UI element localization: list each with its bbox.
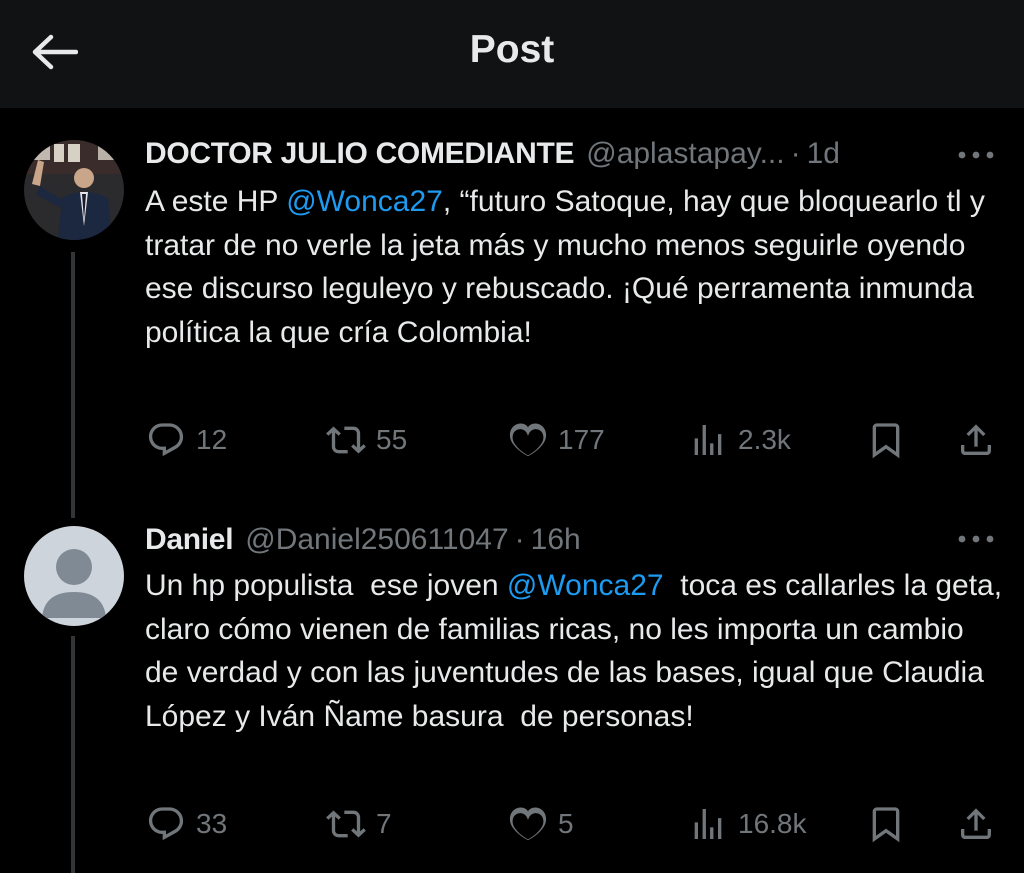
more-dots-icon [958, 151, 994, 159]
post[interactable]: DOCTOR JULIO COMEDIANTE @aplastapay... ·… [0, 108, 1024, 518]
like-count: 5 [558, 808, 574, 839]
author-name[interactable]: DOCTOR JULIO COMEDIANTE [145, 137, 575, 171]
views-chart-icon [694, 809, 722, 839]
post-text-part: Un hp populista ese joven [145, 569, 507, 602]
post-text: Un hp populista ese joven @Wonca27 toca … [145, 564, 1005, 738]
repost-count: 55 [376, 424, 408, 455]
author-handle[interactable]: @Daniel250611047 [245, 523, 508, 557]
bookmark-icon [872, 807, 900, 843]
heart-icon [509, 807, 547, 841]
repost-icon [326, 426, 366, 454]
author-handle[interactable]: @aplastapay... [586, 137, 784, 171]
share-icon [961, 808, 991, 839]
bookmark-button[interactable] [866, 802, 906, 846]
post-meta: DOCTOR JULIO COMEDIANTE @aplastapay... ·… [145, 134, 840, 174]
heart-icon [509, 423, 547, 457]
repost-count: 7 [376, 808, 392, 839]
default-profile-icon [24, 526, 124, 626]
like-count: 177 [558, 424, 605, 455]
views-count: 2.3k [738, 424, 791, 455]
post[interactable]: Daniel @Daniel250611047 · 16h Un hp popu… [0, 518, 1024, 873]
avatar[interactable] [24, 140, 124, 240]
reply-button[interactable]: 12 [146, 418, 227, 462]
like-button[interactable]: 5 [508, 802, 574, 846]
mention-link[interactable]: @Wonca27 [507, 569, 664, 602]
action-bar: 12 55 177 2.3k [0, 418, 1024, 462]
top-bar: Post [0, 0, 1024, 108]
timestamp[interactable]: 1d [807, 137, 840, 171]
reply-button[interactable]: 33 [146, 802, 227, 846]
repost-icon [326, 810, 366, 838]
reply-count: 33 [196, 808, 228, 839]
timestamp[interactable]: 16h [531, 523, 581, 557]
repost-button[interactable]: 55 [326, 418, 407, 462]
mention-link[interactable]: @Wonca27 [286, 185, 443, 218]
bookmark-button[interactable] [866, 418, 906, 462]
avatar[interactable] [24, 526, 124, 626]
page-title: Post [469, 28, 555, 71]
views-button[interactable]: 2.3k [688, 418, 791, 462]
post-text-part: A este HP [145, 185, 287, 218]
separator: · [790, 137, 801, 170]
views-chart-icon [694, 425, 722, 455]
more-dots-icon [958, 535, 994, 543]
reply-icon [148, 423, 184, 457]
share-button[interactable] [956, 418, 996, 462]
author-name[interactable]: Daniel [145, 523, 234, 557]
separator: · [514, 523, 525, 556]
post-meta: Daniel @Daniel250611047 · 16h [145, 520, 581, 560]
reply-count: 12 [196, 424, 228, 455]
action-bar: 33 7 5 16.8k [0, 802, 1024, 846]
bookmark-icon [872, 423, 900, 459]
more-options-button[interactable] [956, 140, 996, 170]
share-icon [961, 424, 991, 455]
repost-button[interactable]: 7 [326, 802, 392, 846]
views-button[interactable]: 16.8k [688, 802, 807, 846]
like-button[interactable]: 177 [508, 418, 605, 462]
views-count: 16.8k [738, 808, 807, 839]
post-text: A este HP @Wonca27, “futuro Satoque, hay… [145, 180, 1005, 354]
share-button[interactable] [956, 802, 996, 846]
more-options-button[interactable] [956, 524, 996, 554]
reply-icon [148, 807, 184, 841]
thread-line [71, 252, 75, 518]
